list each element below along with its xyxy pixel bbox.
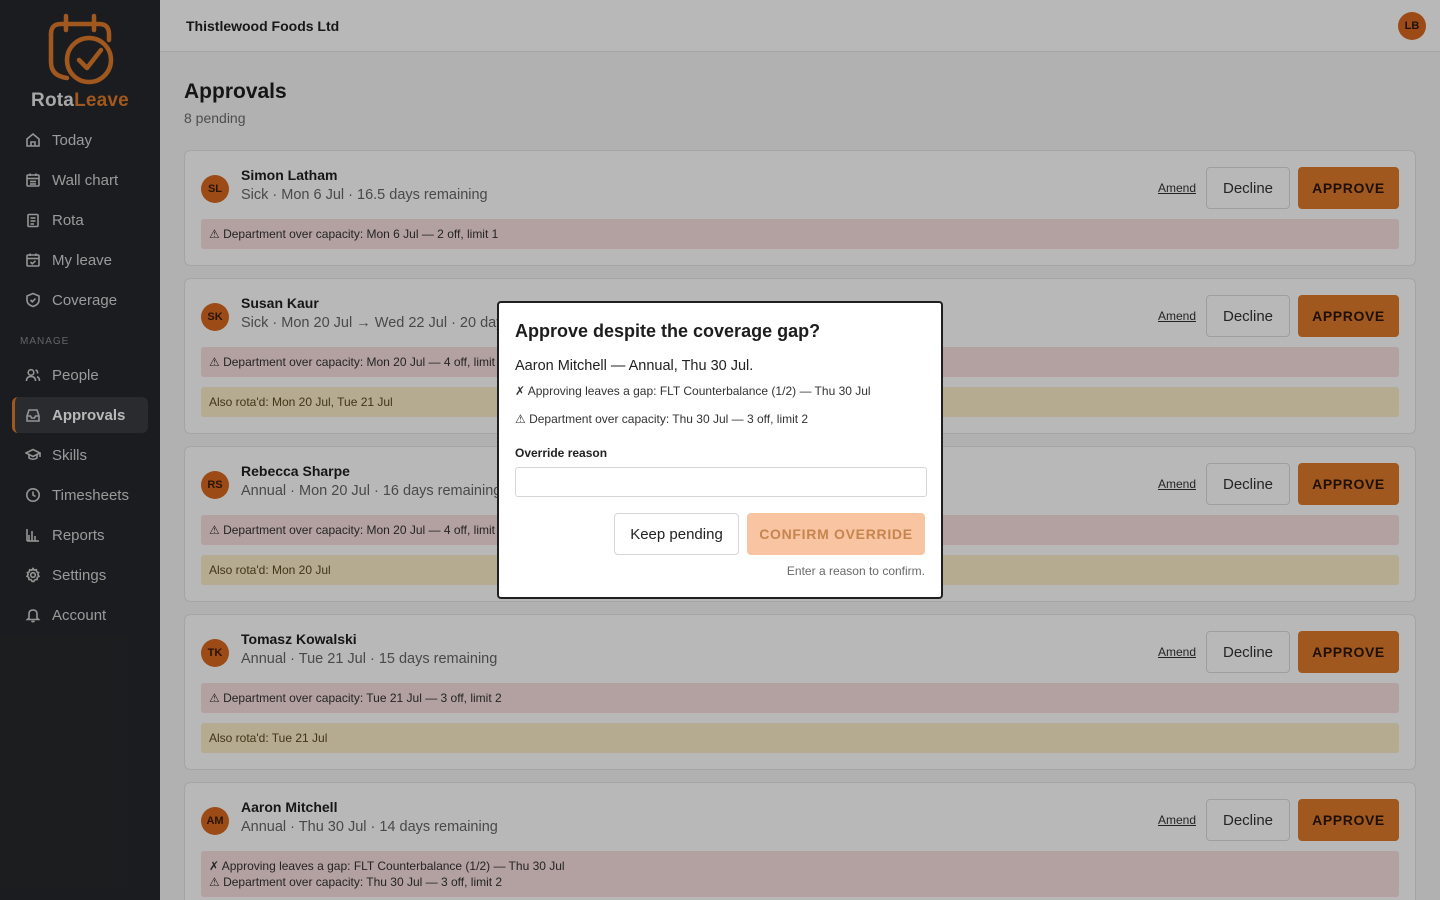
- confirm-hint: Enter a reason to confirm.: [786, 564, 925, 578]
- override-reason-label: Override reason: [515, 446, 608, 460]
- coverage-gap-line: ✗ Approving leaves a gap: FLT Counterbal…: [515, 384, 871, 398]
- capacity-line: ⚠ Department over capacity: Thu 30 Jul —…: [515, 412, 809, 426]
- dialog-subtitle: Aaron Mitchell — Annual, Thu 30 Jul.: [515, 358, 754, 374]
- override-dialog: Approve despite the coverage gap? Aaron …: [497, 301, 943, 599]
- keep-pending-button[interactable]: Keep pending: [614, 513, 739, 555]
- confirm-override-button[interactable]: CONFIRM OVERRIDE: [747, 513, 925, 555]
- override-reason-input[interactable]: [515, 467, 927, 497]
- dialog-title: Approve despite the coverage gap?: [515, 321, 821, 341]
